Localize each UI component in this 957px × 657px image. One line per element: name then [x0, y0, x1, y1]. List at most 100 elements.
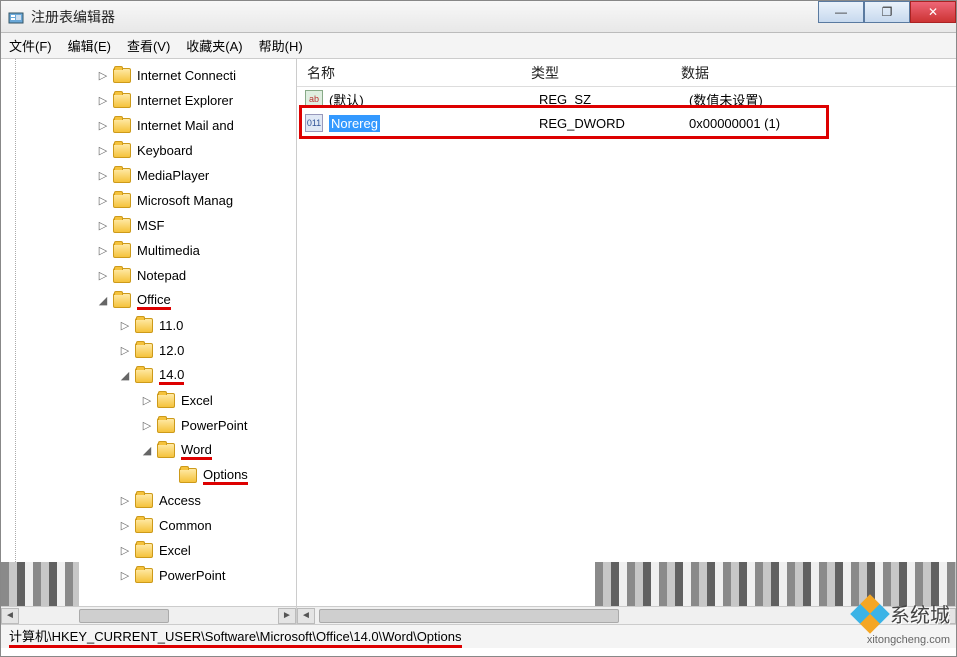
scroll-right-button[interactable]: ► [278, 608, 296, 624]
expander-closed-icon[interactable]: ▷ [119, 520, 131, 532]
tree-item[interactable]: ▷ Excel [1, 538, 296, 563]
scroll-left-button[interactable]: ◄ [297, 608, 315, 624]
value-type: REG_DWORD [539, 116, 689, 131]
content-area: ▷Internet Connecti▷Internet Explorer▷Int… [1, 59, 956, 624]
value-type: REG_SZ [539, 92, 689, 107]
menu-bar: 文件(F) 编辑(E) 查看(V) 收藏夹(A) 帮助(H) [1, 33, 956, 59]
watermark-url: xitongcheng.com [867, 634, 950, 646]
folder-icon [113, 293, 131, 308]
folder-icon [113, 168, 131, 183]
folder-icon [135, 568, 153, 583]
expander-open-icon[interactable]: ◢ [97, 295, 109, 307]
menu-view[interactable]: 查看(V) [127, 36, 170, 55]
tree-item[interactable]: ▷MSF [1, 213, 296, 238]
value-name: Norereg [329, 116, 539, 131]
expander-closed-icon[interactable]: ▷ [119, 495, 131, 507]
tree-item[interactable]: ▷ Keyboard [1, 138, 296, 163]
list-row[interactable]: 011NoreregREG_DWORD0x00000001 (1) [297, 111, 956, 135]
tree-item-label: Common [159, 518, 212, 533]
expander-closed-icon[interactable]: ▷ [97, 170, 109, 182]
scroll-left-button[interactable]: ◄ [1, 608, 19, 624]
folder-icon [113, 143, 131, 158]
folder-icon [135, 543, 153, 558]
expander-closed-icon[interactable]: ▷ [97, 70, 109, 82]
maximize-button[interactable]: ❐ [864, 1, 910, 23]
folder-icon [113, 218, 131, 233]
scroll-thumb[interactable] [79, 609, 169, 623]
tree-item[interactable]: ▷ Common [1, 513, 296, 538]
menu-edit[interactable]: 编辑(E) [68, 36, 111, 55]
expander-closed-icon[interactable]: ▷ [97, 195, 109, 207]
scroll-track[interactable] [315, 608, 938, 624]
tree-item[interactable]: ◢ 14.0 [1, 363, 296, 388]
column-header-name[interactable]: 名称 [297, 63, 521, 83]
expander-closed-icon[interactable]: ▷ [97, 245, 109, 257]
folder-icon [157, 393, 175, 408]
expander-open-icon[interactable]: ◢ [119, 370, 131, 382]
expander-closed-icon[interactable]: ▷ [119, 320, 131, 332]
expander-closed-icon[interactable]: ▷ [119, 545, 131, 557]
tree-item-label: Multimedia [137, 243, 200, 258]
tree-item[interactable]: ▷Internet Connecti [1, 63, 296, 88]
tree-item-label: 11.0 [159, 318, 183, 333]
tree-item-label: Excel [159, 543, 191, 558]
folder-icon [113, 193, 131, 208]
watermark-brand: 系统城 [890, 599, 950, 628]
list-header: 名称 类型 数据 [297, 59, 956, 87]
close-button[interactable]: ✕ [910, 1, 956, 23]
tree-item[interactable]: ◢Word [1, 438, 296, 463]
tree-item[interactable]: ▷12.0 [1, 338, 296, 363]
tree-item-label: Microsoft Manag [137, 193, 233, 208]
expander-closed-icon[interactable]: ▷ [97, 145, 109, 157]
list-pane: 名称 类型 数据 ab(默认)REG_SZ(数值未设置)011NoreregRE… [297, 59, 956, 624]
scroll-track[interactable] [19, 608, 278, 624]
expander-closed-icon[interactable]: ▷ [97, 120, 109, 132]
window-controls: — ❐ ✕ [818, 1, 956, 23]
expander-closed-icon[interactable]: ▷ [119, 345, 131, 357]
scroll-thumb[interactable] [319, 609, 619, 623]
string-value-icon: ab [305, 90, 323, 108]
tree-item[interactable]: ▷ Access [1, 488, 296, 513]
column-header-type[interactable]: 类型 [521, 63, 671, 83]
folder-icon [135, 368, 153, 383]
tree-item[interactable]: ▷ Microsoft Manag [1, 188, 296, 213]
folder-icon [113, 93, 131, 108]
expander-closed-icon[interactable]: ▷ [97, 270, 109, 282]
minimize-button[interactable]: — [818, 1, 864, 23]
registry-tree[interactable]: ▷Internet Connecti▷Internet Explorer▷Int… [1, 59, 296, 588]
tree-item[interactable]: ▷Internet Mail and [1, 113, 296, 138]
value-data: (数值未设置) [689, 90, 956, 109]
tree-item[interactable]: ▷ MediaPlayer [1, 163, 296, 188]
tree-item-label: 14.0 [159, 367, 184, 385]
expander-closed-icon[interactable]: ▷ [119, 570, 131, 582]
tree-item[interactable]: ▷PowerPoint [1, 413, 296, 438]
tree-item-label: Access [159, 493, 201, 508]
expander-closed-icon[interactable]: ▷ [141, 420, 153, 432]
tree-item[interactable]: ◢ Office [1, 288, 296, 313]
tree-item[interactable]: ▷ Multimedia [1, 238, 296, 263]
expander-closed-icon[interactable]: ▷ [141, 395, 153, 407]
list-row[interactable]: ab(默认)REG_SZ(数值未设置) [297, 87, 956, 111]
menu-file[interactable]: 文件(F) [9, 36, 52, 55]
tree-item[interactable]: ▷Notepad [1, 263, 296, 288]
tree-item[interactable]: ▷Internet Explorer [1, 88, 296, 113]
folder-icon [135, 493, 153, 508]
tree-horizontal-scrollbar[interactable]: ◄ ► [1, 606, 296, 624]
folder-icon [113, 268, 131, 283]
column-header-data[interactable]: 数据 [671, 63, 956, 83]
tree-item[interactable]: ▷ Excel [1, 388, 296, 413]
tree-item-label: MediaPlayer [137, 168, 209, 183]
tree-item-label: Office [137, 292, 171, 310]
expander-closed-icon[interactable]: ▷ [97, 95, 109, 107]
tree-item-label: Keyboard [137, 143, 193, 158]
folder-icon [135, 518, 153, 533]
tree-item-label: Excel [181, 393, 213, 408]
tree-item[interactable]: ▷ 11.0 [1, 313, 296, 338]
folder-icon [157, 443, 175, 458]
title-bar: 注册表编辑器 — ❐ ✕ [1, 1, 956, 33]
menu-favorites[interactable]: 收藏夹(A) [186, 36, 242, 55]
expander-open-icon[interactable]: ◢ [141, 445, 153, 457]
tree-item[interactable]: Options [1, 463, 296, 488]
expander-closed-icon[interactable]: ▷ [97, 220, 109, 232]
menu-help[interactable]: 帮助(H) [259, 36, 303, 55]
